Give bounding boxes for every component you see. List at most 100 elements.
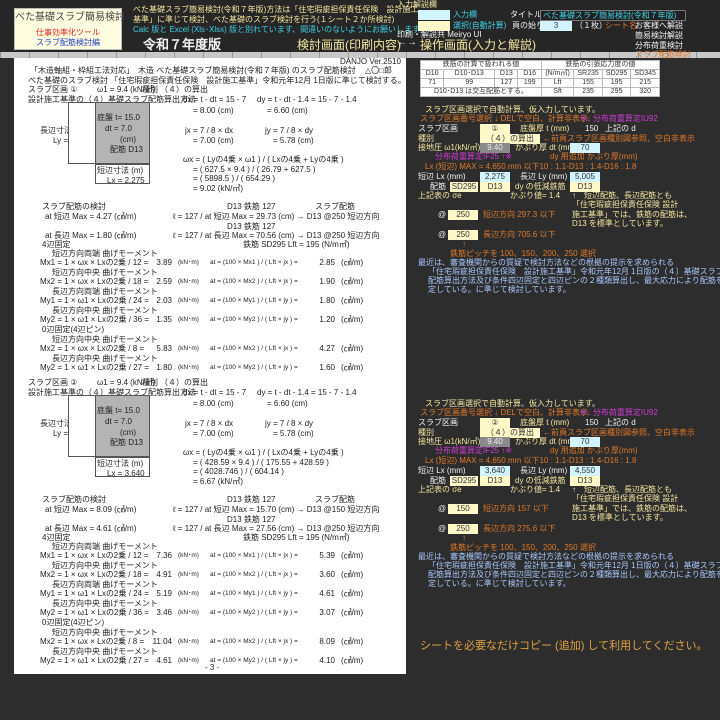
long-limit: 長辺方向 275.6 以下 — [483, 524, 556, 533]
moment-value: 2.03 — [156, 296, 172, 305]
at-value: 4.10 — [319, 656, 335, 665]
moment-formula: Mx2 = 1 × ωx × Lxの2乗 / 18 = — [40, 277, 149, 286]
at-short: at 短辺 Max = 4.27 (㎠/m) — [45, 212, 137, 221]
lx-max-note: Lx (短辺) MAX = 4,650 mm 以下10 : 1.1-D13 : … — [425, 456, 637, 465]
dy-bar-select[interactable]: D13 — [570, 182, 600, 192]
rebar-area: D13 鉄筋 127 — [227, 202, 276, 211]
at-unit: (㎠/m) — [341, 258, 364, 267]
iu92-note: ※↓ 分布荷重算定IU92 — [580, 114, 658, 123]
moment-value: 2.59 — [156, 277, 172, 286]
jx-value: = 7.00 (cm) — [193, 136, 234, 145]
moment-formula: Mx1 = 1 × ωx × Lxの2乗 / 12 = — [40, 258, 149, 267]
pitch-short: ℓ = 127 / at 短辺 Max = 15.70 (cm) → D13 @… — [173, 505, 380, 514]
pitch-long-select[interactable]: 250 — [448, 524, 478, 534]
dy-note: dy 用追加 かぶり厚(mm) — [550, 152, 638, 161]
jy-value: = 5.78 (cm) — [273, 429, 314, 438]
lx-value: Lx = 3.640 — [107, 469, 145, 478]
at-formula: at = (100 × Mx1 ) / ( Lft × jx ) = — [210, 259, 298, 266]
logo-title: べた基礎スラブ簡易検討 — [15, 12, 125, 23]
description-line: 基準」に準じて検討、べた基礎のスラブ検討を行う(１シート２か所検討) — [133, 15, 395, 24]
zone-select[interactable]: ② — [480, 418, 510, 428]
grade-select[interactable]: SD295 — [450, 476, 478, 486]
lx-input[interactable]: 3,640 — [480, 466, 510, 476]
pitch-short: ℓ = 127 / at 短辺 Max = 29.73 (cm) → D13 @… — [173, 212, 380, 221]
bar-select[interactable]: D13 — [480, 182, 510, 192]
table-column-header: D16 — [517, 69, 542, 79]
iu92-note: ※↓ 分布荷重算定IU92 — [580, 408, 658, 417]
cover-input[interactable]: 70 — [570, 437, 600, 447]
table-cell: 71 — [419, 78, 445, 88]
moment-value: 4.91 — [156, 570, 172, 579]
font-note: 印刷・解説共 Meiryo UI — [397, 30, 482, 39]
moment-unit: (kN･m) — [178, 297, 199, 304]
base-label: 底盤厚 t (mm) — [520, 124, 570, 133]
type-value: （４）の算出 — [160, 85, 208, 94]
pitch-long-select[interactable]: 250 — [448, 230, 478, 240]
pressure-value: 9.40 — [480, 143, 510, 153]
type-label: 種別 — [142, 85, 158, 94]
bar-select[interactable]: D13 — [480, 476, 510, 486]
ly-input[interactable]: 5,005 — [570, 172, 600, 182]
jx-formula: jx = 7 / 8 × dx — [185, 126, 234, 135]
moment-value: 7.36 — [156, 551, 172, 560]
base-value: 150 — [585, 124, 599, 133]
at-value: 3.60 — [319, 570, 335, 579]
sheet-link-active[interactable]: スラブ配筋検討 — [635, 50, 691, 60]
at-unit: (㎠/m) — [341, 589, 364, 598]
at-formula: at = (100 × Mx2 ) / ( Lft × jx ) = — [210, 638, 298, 645]
jx-formula: jx = 7 / 8 × dx — [185, 419, 234, 428]
page-start-input[interactable]: 3 — [540, 21, 572, 31]
pitch-short-select[interactable]: 150 — [448, 504, 478, 514]
grade-select[interactable]: SD295 — [450, 182, 478, 192]
zone-label: スラブ区画 — [418, 124, 458, 133]
at-unit: (㎠/m) — [341, 656, 364, 665]
moment-formula: My2 = 1 × ω1 × Lxの2乗 / 36 = — [40, 315, 149, 324]
table-column-header: D10 — [419, 69, 445, 79]
table-header: 鉄筋の引張応力度の値 — [540, 60, 661, 70]
lx-label: 短辺 Lx (mm) — [418, 466, 466, 475]
at-unit: (㎠/m) — [341, 637, 364, 646]
table-column-header: SD345 — [630, 69, 660, 79]
lx-max-note: Lx (短辺) MAX = 4,650 mm 以下10 : 1.1-D13 : … — [425, 162, 637, 171]
dy-bar-select[interactable]: D13 — [570, 476, 600, 486]
table-cell: Lft — [540, 78, 575, 88]
zone-label: スラブ区画 — [418, 418, 458, 427]
moment-formula: Mx1 = 1 × ωx × Lxの2乗 / 12 = — [40, 551, 149, 560]
ly-label: 長辺 Ly (mm) — [520, 466, 568, 475]
sheet-link[interactable]: お客様へ解説 — [635, 21, 683, 31]
base-label: 底盤厚 t (mm) — [520, 418, 570, 427]
cover-input[interactable]: 70 — [570, 143, 600, 153]
sigma-label: 上記表の σe — [418, 191, 462, 200]
moment-unit: (kN･m) — [178, 259, 199, 266]
pressure-value: 9.40 — [480, 437, 510, 447]
dx-formula: dx = t - dt = 15 - 7 — [183, 95, 247, 104]
table-column-header: SR235 — [573, 69, 603, 79]
operation-screen-label: 操作画面(入力と解説) — [420, 38, 536, 52]
at-symbol: @ — [438, 504, 447, 513]
cover-thickness: dt = 7.0 — [105, 124, 132, 133]
at-symbol: @ — [438, 230, 447, 239]
table-cell: 295 — [601, 87, 632, 97]
slab-rebar-label: スラブ配筋 — [315, 495, 355, 504]
table-cell: 99 — [443, 78, 496, 88]
wx-step: = ( 5898.5 ) / ( 654.29 ) — [193, 174, 276, 183]
at-formula: at = (100 × My1 ) / ( Lft × jy ) = — [210, 297, 298, 304]
print-screen-label: 検討画面(印刷内容) — [297, 38, 401, 52]
lx-input[interactable]: 2,275 — [480, 172, 510, 182]
moment-formula: Mx2 = 1 × ωx × Lxの2乗 / 18 = — [40, 570, 149, 579]
pitch-short-select[interactable]: 250 — [448, 210, 478, 220]
long-limit: 長辺方向 705.6 以下 — [483, 230, 556, 239]
zone-select[interactable]: ① — [480, 124, 510, 134]
wx-value: = 9.02 (kN/㎡) — [193, 184, 244, 193]
jy-formula: jy = 7 / 8 × dy — [265, 126, 314, 135]
sheet-link[interactable]: 簡易検討解説 — [635, 31, 683, 41]
at-unit: (㎠/m) — [341, 344, 364, 353]
lx-value: Lx = 2.275 — [107, 176, 145, 185]
title-input[interactable]: べた基礎スラブ簡易検討(令和７年版) — [540, 10, 686, 21]
ly-input[interactable]: 4,550 — [570, 466, 600, 476]
short-limit: 短辺方向 157 以下 — [483, 504, 549, 513]
rebar-table: 鉄筋の計算で扱われる値 鉄筋の引張応力度の値 D10 D10･D13 D13 D16 (N… — [419, 60, 661, 97]
moment-unit: (kN･m) — [178, 278, 199, 285]
moment-value: 5.19 — [156, 589, 172, 598]
footer-note: シートを必要なだけコピー (追加) して利用してください。 — [420, 640, 708, 652]
